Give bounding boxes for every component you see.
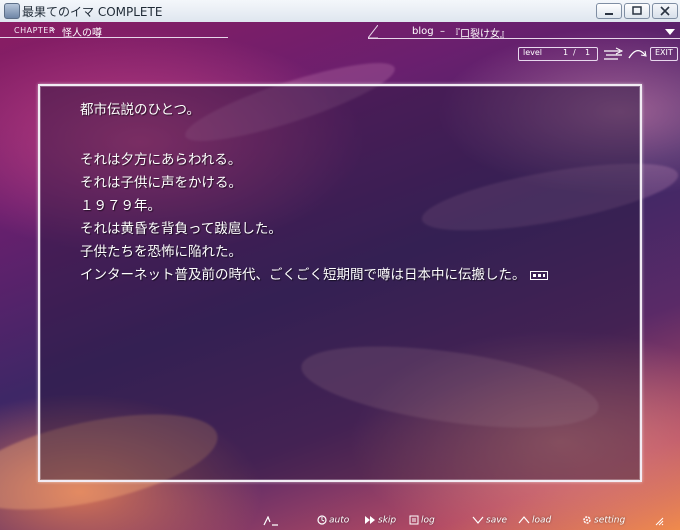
level-up-icon[interactable]	[626, 47, 648, 61]
log-icon	[409, 515, 419, 525]
message-line-text: インターネット普及前の時代、ごくごく短期間で噂は日本中に伝搬した。	[80, 267, 526, 283]
message-line: それは子供に声をかける。	[80, 175, 242, 191]
load-icon	[518, 516, 530, 524]
page-wait-icon	[529, 270, 548, 280]
blog-label: blog	[412, 26, 434, 37]
message-window[interactable]: 都市伝説のひとつ。 それは夕方にあらわれる。 それは子供に声をかける。 １９７９…	[38, 84, 642, 482]
message-line: それは黄昏を背負って跋扈した。	[80, 221, 282, 237]
game-scene[interactable]: CHAPTER » 怪人の噂 blog – 『口裂け女』 level 1 / 1…	[0, 22, 680, 530]
dropdown-arrow-icon[interactable]	[665, 29, 675, 36]
app-icon	[4, 3, 20, 19]
minimize-icon	[605, 13, 613, 15]
blog-bar[interactable]: blog – 『口裂け女』	[368, 25, 680, 40]
skip-icon	[365, 516, 375, 524]
chapter-underline	[0, 37, 228, 38]
level-slash: /	[573, 48, 576, 57]
setting-button[interactable]: setting	[582, 515, 625, 526]
resize-grip-icon[interactable]	[654, 516, 664, 526]
exit-label: EXIT	[655, 48, 673, 57]
log-button[interactable]: log	[409, 515, 435, 526]
message-line: 都市伝説のひとつ。	[80, 102, 201, 118]
message-line: 子供たちを恐怖に陥れた。	[80, 244, 242, 260]
level-max: 1	[585, 48, 591, 57]
gear-icon	[583, 516, 591, 524]
skip-button[interactable]: skip	[364, 515, 396, 526]
hide-window-icon[interactable]	[262, 516, 280, 526]
auto-button[interactable]: auto	[317, 515, 349, 526]
level-down-icon[interactable]	[602, 47, 624, 61]
save-label: save	[486, 515, 508, 526]
auto-icon	[317, 515, 327, 525]
load-button[interactable]: load	[518, 515, 551, 526]
blog-underline	[368, 38, 680, 39]
blog-dash: –	[440, 26, 445, 37]
log-label: log	[421, 515, 435, 526]
window-titlebar[interactable]: 最果てのイマ COMPLETE	[0, 0, 680, 23]
close-icon	[660, 6, 670, 16]
save-button[interactable]: save	[472, 515, 507, 526]
window-title: 最果てのイマ COMPLETE	[22, 5, 163, 19]
maximize-button[interactable]	[624, 3, 650, 19]
setting-label: setting	[594, 515, 626, 526]
chapter-bar: CHAPTER » 怪人の噂	[0, 24, 228, 39]
level-current: 1	[563, 48, 569, 57]
blog-bar-cap-icon	[368, 25, 378, 39]
save-icon	[472, 516, 484, 524]
skip-label: skip	[378, 515, 397, 526]
message-line-last: インターネット普及前の時代、ごくごく短期間で噂は日本中に伝搬した。	[80, 263, 548, 283]
minimize-button[interactable]	[596, 3, 622, 19]
exit-button[interactable]: EXIT	[650, 47, 678, 61]
level-indicator: level 1 / 1	[518, 47, 598, 61]
chapter-separator: »	[50, 25, 56, 35]
load-label: load	[532, 515, 552, 526]
level-label: level	[523, 48, 543, 57]
chapter-tag: CHAPTER	[14, 26, 55, 35]
maximize-icon	[632, 6, 642, 15]
close-button[interactable]	[652, 3, 678, 19]
message-line: １９７９年。	[80, 198, 161, 214]
auto-label: auto	[329, 515, 350, 526]
message-line: それは夕方にあらわれる。	[80, 152, 242, 168]
